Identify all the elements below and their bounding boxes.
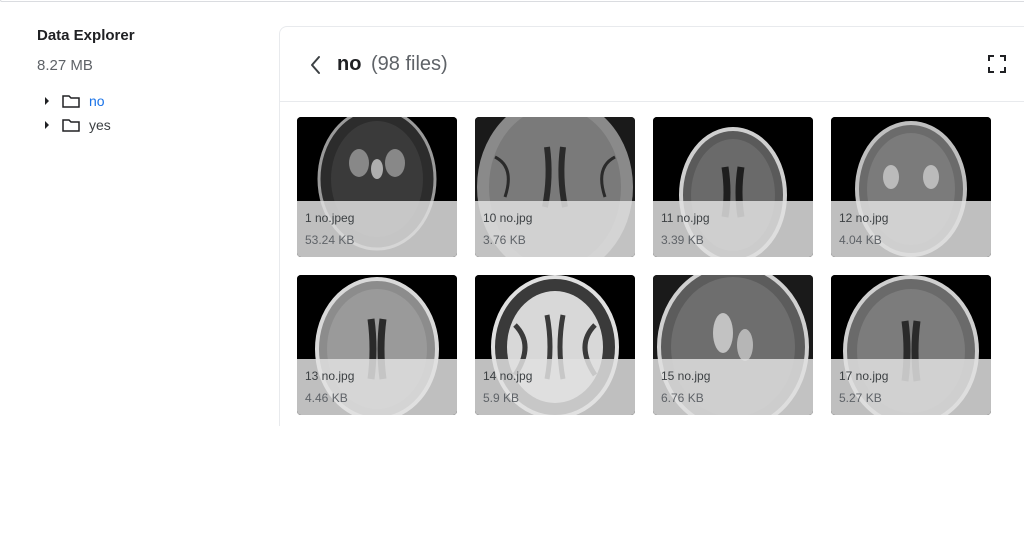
file-size: 4.04 KB <box>839 233 882 247</box>
file-preview-panel: no (98 files) 1 no.jpeg 53.24 KB 10 no.j… <box>279 26 1024 426</box>
tile-caption <box>297 359 457 415</box>
file-name: 12 no.jpg <box>839 211 889 225</box>
file-tile[interactable]: 10 no.jpg 3.76 KB <box>475 117 635 257</box>
tile-caption <box>475 359 635 415</box>
tile-caption <box>653 359 813 415</box>
folder-name: no <box>337 53 362 75</box>
chevron-left-icon[interactable] <box>304 53 328 77</box>
file-name: 1 no.jpeg <box>305 211 355 225</box>
folder-icon <box>62 119 80 132</box>
folder-tree: no yes <box>37 89 257 137</box>
tile-caption <box>831 359 991 415</box>
tree-item-no[interactable]: no <box>37 89 257 113</box>
file-tile[interactable]: 17 no.jpg 5.27 KB <box>831 275 991 415</box>
file-size: 4.46 KB <box>305 391 348 405</box>
file-name: 15 no.jpg <box>661 369 711 383</box>
sidebar-title: Data Explorer <box>37 27 135 44</box>
data-explorer-sidebar: Data Explorer 8.27 MB no yes <box>37 27 257 137</box>
folder-icon <box>62 95 80 108</box>
fullscreen-icon[interactable] <box>986 53 1008 75</box>
file-size: 3.39 KB <box>661 233 704 247</box>
tree-item-label[interactable]: yes <box>89 117 111 133</box>
caret-right-icon[interactable] <box>45 97 49 105</box>
tile-caption <box>831 201 991 257</box>
file-count: (98 files) <box>371 53 448 75</box>
file-name: 14 no.jpg <box>483 369 533 383</box>
tile-caption <box>653 201 813 257</box>
file-name: 17 no.jpg <box>839 369 889 383</box>
tile-caption <box>297 201 457 257</box>
file-tile[interactable]: 12 no.jpg 4.04 KB <box>831 117 991 257</box>
panel-header: no (98 files) <box>280 27 1024 102</box>
dataset-size: 8.27 MB <box>37 57 93 74</box>
file-size: 6.76 KB <box>661 391 704 405</box>
file-name: 13 no.jpg <box>305 369 355 383</box>
tree-item-label[interactable]: no <box>89 93 105 109</box>
tile-caption <box>475 201 635 257</box>
file-tile[interactable]: 15 no.jpg 6.76 KB <box>653 275 813 415</box>
file-size: 5.9 KB <box>483 391 520 405</box>
tree-item-yes[interactable]: yes <box>37 113 257 137</box>
top-card-border <box>0 0 1024 2</box>
file-tile[interactable]: 11 no.jpg 3.39 KB <box>653 117 813 257</box>
caret-right-icon[interactable] <box>45 121 49 129</box>
file-size: 53.24 KB <box>305 233 355 247</box>
file-tile[interactable]: 14 no.jpg 5.9 KB <box>475 275 635 415</box>
file-size: 3.76 KB <box>483 233 526 247</box>
file-size: 5.27 KB <box>839 391 882 405</box>
file-name: 10 no.jpg <box>483 211 533 225</box>
folder-title: no (98 files) <box>337 52 448 76</box>
file-name: 11 no.jpg <box>661 211 710 225</box>
file-tile[interactable]: 1 no.jpeg 53.24 KB <box>297 117 457 257</box>
file-tile[interactable]: 13 no.jpg 4.46 KB <box>297 275 457 415</box>
